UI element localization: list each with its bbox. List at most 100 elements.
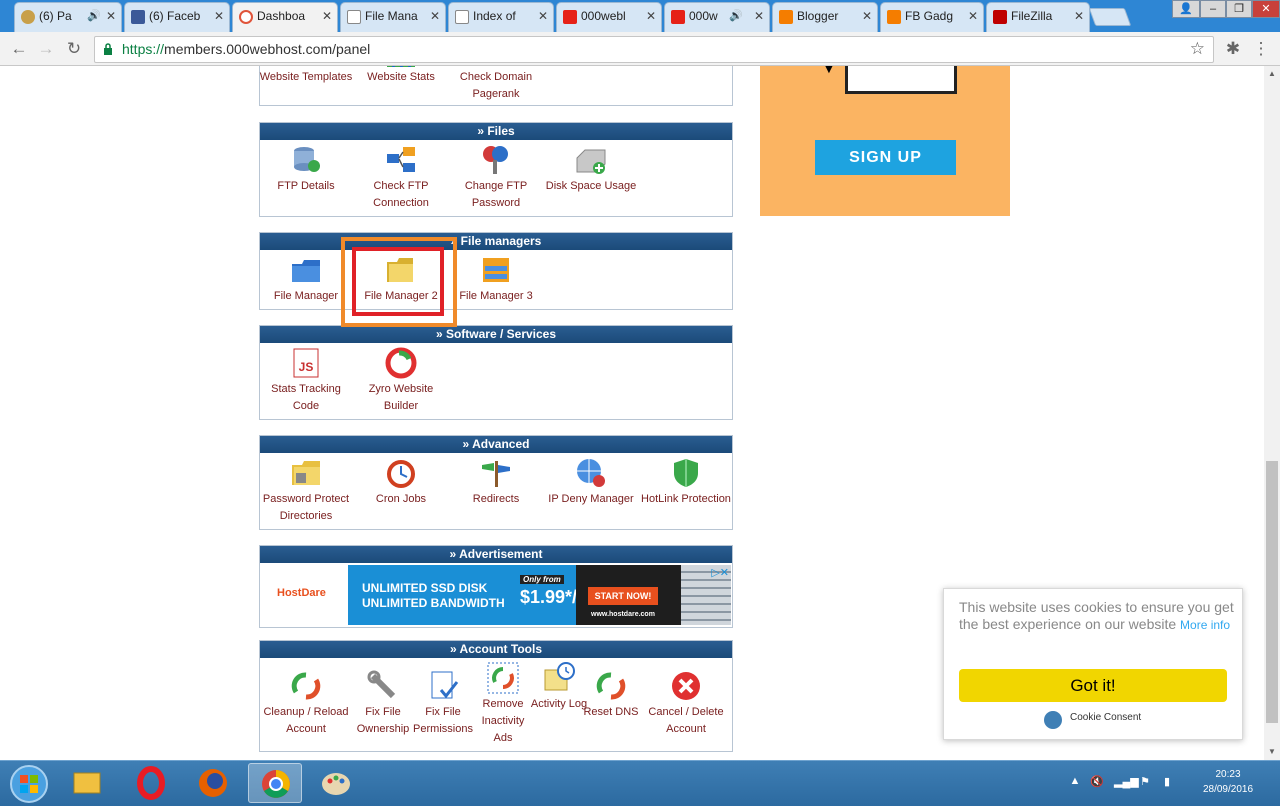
remove-inactivity-ads-item[interactable]: Remove Inactivity Ads [472, 662, 534, 747]
power-icon[interactable]: ▮ [1160, 775, 1174, 789]
close-tab-icon[interactable]: ✕ [538, 3, 548, 30]
back-icon[interactable]: ← [8, 38, 30, 60]
item-label: Stats Tracking Code [271, 383, 341, 412]
cron-jobs-item[interactable]: Cron Jobs [353, 457, 449, 508]
cleanup-reload-item[interactable]: Cleanup / Reload Account [258, 670, 354, 738]
bookmark-star-icon[interactable]: ☆ [1190, 39, 1205, 59]
scroll-up-icon[interactable]: ▲ [1264, 66, 1280, 82]
flag-alert-icon[interactable]: ⚑ [1138, 775, 1152, 789]
fix-file-permissions-item[interactable]: Fix File Permissions [412, 670, 474, 738]
panel-header: » Files [260, 123, 732, 140]
address-bar[interactable]: https://members.000webhost.com/panel ☆ [94, 36, 1214, 63]
check-ftp-item[interactable]: Check FTP Connection [353, 144, 449, 212]
item-label: Website Templates [259, 71, 353, 83]
windows-start-icon[interactable] [3, 763, 55, 805]
ip-deny-manager-item[interactable]: IP Deny Manager [543, 457, 639, 508]
opera-taskbar-icon[interactable] [124, 763, 178, 803]
close-tab-icon[interactable]: ✕ [646, 3, 656, 30]
paint-taskbar-icon[interactable] [310, 763, 364, 803]
zyro-website-builder-item[interactable]: Zyro Website Builder [353, 347, 449, 415]
user-icon[interactable]: 👤 [1172, 0, 1200, 18]
ftp-details-item[interactable]: FTP Details [258, 144, 354, 195]
cookie-consent-brand[interactable]: Cookie Consent [1070, 712, 1141, 723]
url-host: members.000webhost.com/panel [164, 41, 371, 57]
item-label: Fix File Permissions [413, 706, 473, 735]
disk-space-usage-item[interactable]: Disk Space Usage [543, 144, 639, 195]
tab-title: 000webl [581, 9, 626, 23]
redirects-item[interactable]: Redirects [448, 457, 544, 508]
close-tab-icon[interactable]: ✕ [754, 3, 764, 30]
browser-tab[interactable]: (6) Faceb ✕ [124, 2, 230, 32]
volume-muted-icon[interactable]: 🔇 [1090, 775, 1104, 789]
close-tab-icon[interactable]: ✕ [862, 3, 872, 30]
reload-icon[interactable]: ↻ [63, 38, 85, 60]
close-tab-icon[interactable]: ✕ [1074, 3, 1084, 30]
more-info-link[interactable]: More info [1180, 618, 1230, 632]
reset-dns-item[interactable]: Reset DNS [580, 670, 642, 721]
close-window-button[interactable]: ✕ [1252, 0, 1280, 18]
close-tab-icon[interactable]: ✕ [214, 3, 224, 30]
system-clock[interactable]: 20:23 28/09/2016 [1195, 767, 1261, 797]
wrench-icon [367, 670, 396, 699]
tab-title: File Mana [365, 9, 418, 23]
new-tab-button[interactable] [1088, 8, 1132, 26]
extension-icon[interactable]: ✱ [1222, 38, 1244, 60]
show-hidden-icons[interactable]: ▲ [1068, 775, 1082, 789]
scrollbar-thumb[interactable] [1266, 461, 1278, 723]
network-signal-icon[interactable]: ▂▄▆ [1114, 775, 1139, 789]
browser-tab[interactable]: (6) Pa 🔊 ✕ [14, 2, 122, 32]
browser-tab[interactable]: Blogger ✕ [772, 2, 878, 32]
ad-start-now-button[interactable]: START NOW! [588, 587, 658, 605]
signup-ad-banner[interactable]: ▼ SIGN UP [760, 66, 1010, 216]
browser-tab[interactable]: FB Gadg ✕ [880, 2, 984, 32]
hostdare-ad-banner[interactable]: HostDare UNLIMITED SSD DISK UNLIMITED BA… [261, 565, 731, 625]
cancel-delete-account-item[interactable]: Cancel / Delete Account [640, 670, 732, 738]
stats-tracking-code-item[interactable]: JS Stats Tracking Code [258, 347, 354, 415]
vertical-scrollbar[interactable]: ▲ ▼ [1264, 66, 1280, 760]
close-tab-icon[interactable]: ✕ [968, 3, 978, 30]
firefox-taskbar-icon[interactable] [186, 763, 240, 803]
folder-lock-icon [292, 461, 320, 485]
alarm-clock-icon [387, 460, 415, 488]
ad-close-icon[interactable]: ▷✕ [711, 566, 729, 579]
browser-toolbar: ← → ↻ https://members.000webhost.com/pan… [0, 32, 1280, 66]
refresh-box-icon [487, 662, 519, 694]
fix-file-ownership-item[interactable]: Fix File Ownership [352, 670, 414, 738]
file-manager-3-item[interactable]: File Manager 3 [448, 254, 544, 305]
restore-button[interactable]: ❐ [1226, 0, 1252, 18]
ad-arrow-icon: ▼ [822, 66, 836, 76]
change-ftp-password-item[interactable]: Change FTP Password [448, 144, 544, 212]
password-protect-item[interactable]: Password Protect Directories [258, 457, 354, 525]
close-tab-icon[interactable]: ✕ [106, 3, 116, 30]
chrome-taskbar-icon[interactable] [248, 763, 302, 803]
delete-icon [672, 672, 700, 700]
scroll-down-icon[interactable]: ▼ [1264, 744, 1280, 760]
browser-tab[interactable]: FileZilla ✕ [986, 2, 1090, 32]
file-manager-item[interactable]: File Manager [258, 254, 354, 305]
item-label: Website Stats [367, 71, 435, 83]
signup-button[interactable]: SIGN UP [815, 140, 956, 175]
minimize-button[interactable]: – [1200, 0, 1226, 18]
recycle-icon [596, 672, 626, 700]
website-templates-item[interactable]: Website Templates [258, 69, 354, 86]
explorer-taskbar-icon[interactable] [60, 763, 114, 803]
close-tab-icon[interactable]: ✕ [322, 3, 332, 30]
panel-header: » Account Tools [260, 641, 732, 658]
hotlink-protection-item[interactable]: HotLink Protection [638, 457, 734, 508]
browser-tab[interactable]: Index of ✕ [448, 2, 554, 32]
browser-tab-active[interactable]: Dashboa ✕ [232, 2, 338, 32]
cookie-consent-banner: This website uses cookies to ensure you … [943, 588, 1243, 740]
forward-icon[interactable]: → [35, 38, 57, 60]
panel-title: Files [487, 124, 515, 138]
got-it-button[interactable]: Got it! [959, 669, 1227, 702]
website-tools-panel: Website Templates Website Stats Check Do… [259, 66, 733, 106]
browser-tab[interactable]: File Mana ✕ [340, 2, 446, 32]
browser-tab[interactable]: 000w 🔊 ✕ [664, 2, 770, 32]
item-label: Cleanup / Reload Account [263, 706, 349, 735]
check-pagerank-item[interactable]: Check Domain Pagerank [448, 69, 544, 103]
browser-tab[interactable]: 000webl ✕ [556, 2, 662, 32]
youtube-icon [671, 10, 685, 24]
close-tab-icon[interactable]: ✕ [430, 3, 440, 30]
menu-icon[interactable]: ⋮ [1250, 38, 1272, 60]
website-stats-item[interactable]: Website Stats [353, 66, 449, 86]
